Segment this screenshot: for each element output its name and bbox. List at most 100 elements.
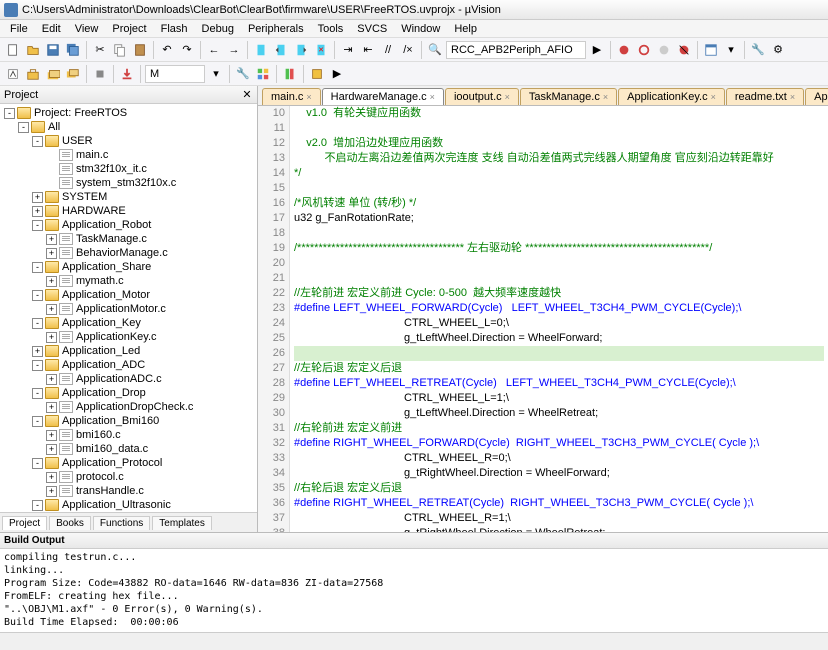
tree-toggle-icon[interactable]: - bbox=[32, 500, 43, 511]
menu-window[interactable]: Window bbox=[395, 22, 446, 36]
batch-build-icon[interactable] bbox=[64, 65, 82, 83]
tree-toggle-icon[interactable]: + bbox=[46, 248, 57, 259]
nav-fwd-icon[interactable]: → bbox=[225, 41, 243, 59]
tree-item[interactable]: -Application_Share bbox=[0, 260, 257, 274]
tree-toggle-icon[interactable]: - bbox=[4, 108, 15, 119]
find-icon[interactable]: 🔍 bbox=[426, 41, 444, 59]
pack-installer-icon[interactable] bbox=[308, 65, 326, 83]
editor-tab[interactable]: main.c× bbox=[262, 88, 321, 105]
tree-toggle-icon[interactable]: + bbox=[46, 276, 57, 287]
redo-icon[interactable]: ↷ bbox=[178, 41, 196, 59]
nav-back-icon[interactable]: ← bbox=[205, 41, 223, 59]
tree-toggle-icon[interactable]: - bbox=[32, 318, 43, 329]
tree-item[interactable]: -Application_Motor bbox=[0, 288, 257, 302]
tree-item[interactable]: +Application_Led bbox=[0, 344, 257, 358]
tree-item[interactable]: -Application_Protocol bbox=[0, 456, 257, 470]
tree-item[interactable]: +SYSTEM bbox=[0, 190, 257, 204]
tree-toggle-icon[interactable]: - bbox=[18, 122, 29, 133]
build-icon[interactable] bbox=[24, 65, 42, 83]
books-icon[interactable] bbox=[281, 65, 299, 83]
translate-icon[interactable] bbox=[4, 65, 22, 83]
tab-templates[interactable]: Templates bbox=[152, 516, 212, 530]
bookmark-next-icon[interactable] bbox=[292, 41, 310, 59]
undo-icon[interactable]: ↶ bbox=[158, 41, 176, 59]
config-icon[interactable]: ▾ bbox=[722, 41, 740, 59]
tree-item[interactable]: main.c bbox=[0, 148, 257, 162]
menu-help[interactable]: Help bbox=[448, 22, 483, 36]
tree-toggle-icon[interactable]: - bbox=[32, 458, 43, 469]
menu-view[interactable]: View bbox=[69, 22, 105, 36]
tree-item[interactable]: +ApplicationMotor.c bbox=[0, 302, 257, 316]
save-icon[interactable] bbox=[44, 41, 62, 59]
tree-toggle-icon[interactable]: - bbox=[32, 220, 43, 231]
download-icon[interactable] bbox=[118, 65, 136, 83]
editor-tab[interactable]: ApplicationMotor.c× bbox=[805, 88, 828, 105]
tree-toggle-icon[interactable]: - bbox=[32, 360, 43, 371]
editor-tab[interactable]: ApplicationKey.c× bbox=[618, 88, 725, 105]
tree-item[interactable]: -USER bbox=[0, 134, 257, 148]
tree-item[interactable]: +protocol.c bbox=[0, 470, 257, 484]
tree-toggle-icon[interactable]: - bbox=[32, 388, 43, 399]
tree-item[interactable]: -All bbox=[0, 120, 257, 134]
build-output-body[interactable]: compiling testrun.c... linking... Progra… bbox=[0, 549, 828, 632]
menu-svcs[interactable]: SVCS bbox=[351, 22, 393, 36]
tree-toggle-icon[interactable]: - bbox=[32, 290, 43, 301]
new-file-icon[interactable] bbox=[4, 41, 22, 59]
tree-toggle-icon[interactable]: + bbox=[46, 332, 57, 343]
tool2-icon[interactable]: ⚙ bbox=[769, 41, 787, 59]
target-select[interactable] bbox=[145, 65, 205, 83]
tree-toggle-icon[interactable]: - bbox=[32, 136, 43, 147]
tree-item[interactable]: +bmi160_data.c bbox=[0, 442, 257, 456]
paste-icon[interactable] bbox=[131, 41, 149, 59]
tree-toggle-icon[interactable]: + bbox=[46, 234, 57, 245]
tab-close-icon[interactable]: × bbox=[790, 92, 795, 102]
menu-file[interactable]: File bbox=[4, 22, 34, 36]
project-tree[interactable]: -Project: FreeRTOS-All-USERmain.cstm32f1… bbox=[0, 104, 257, 512]
tab-functions[interactable]: Functions bbox=[93, 516, 150, 530]
tree-toggle-icon[interactable]: + bbox=[46, 444, 57, 455]
bookmark-clear-icon[interactable]: × bbox=[312, 41, 330, 59]
menu-edit[interactable]: Edit bbox=[36, 22, 67, 36]
tree-item[interactable]: +TaskManage.c bbox=[0, 232, 257, 246]
tab-project[interactable]: Project bbox=[2, 516, 47, 530]
open-file-icon[interactable] bbox=[24, 41, 42, 59]
tree-toggle-icon[interactable]: + bbox=[32, 192, 43, 203]
breakpoint-kill-icon[interactable] bbox=[675, 41, 693, 59]
editor-tab[interactable]: readme.txt× bbox=[726, 88, 804, 105]
menu-debug[interactable]: Debug bbox=[196, 22, 240, 36]
tab-books[interactable]: Books bbox=[49, 516, 91, 530]
tool1-icon[interactable]: 🔧 bbox=[749, 41, 767, 59]
tree-item[interactable]: +ApplicationKey.c bbox=[0, 330, 257, 344]
menu-tools[interactable]: Tools bbox=[312, 22, 350, 36]
rebuild-icon[interactable] bbox=[44, 65, 62, 83]
tree-item[interactable]: -Application_Ultrasonic bbox=[0, 498, 257, 512]
tree-toggle-icon[interactable]: - bbox=[32, 262, 43, 273]
tree-item[interactable]: -Application_ADC bbox=[0, 358, 257, 372]
tree-item[interactable]: -Project: FreeRTOS bbox=[0, 106, 257, 120]
tab-close-icon[interactable]: × bbox=[603, 92, 608, 102]
menu-project[interactable]: Project bbox=[106, 22, 152, 36]
tree-item[interactable]: system_stm32f10x.c bbox=[0, 176, 257, 190]
project-panel-close-icon[interactable]: ✕ bbox=[241, 89, 253, 101]
options-icon[interactable]: 🔧 bbox=[234, 65, 252, 83]
tree-item[interactable]: -Application_Robot bbox=[0, 218, 257, 232]
tab-close-icon[interactable]: × bbox=[505, 92, 510, 102]
manage-rte-icon[interactable] bbox=[254, 65, 272, 83]
tree-toggle-icon[interactable]: - bbox=[32, 416, 43, 427]
tree-item[interactable]: -Application_Key bbox=[0, 316, 257, 330]
menu-flash[interactable]: Flash bbox=[155, 22, 194, 36]
find-next-icon[interactable]: ▶ bbox=[588, 41, 606, 59]
copy-icon[interactable] bbox=[111, 41, 129, 59]
target-dropdown-icon[interactable]: ▾ bbox=[207, 65, 225, 83]
code-view[interactable]: v1.0 有轮关键应用函数 v2.0 增加沿边处理应用函数 不启动左离沿边差值两… bbox=[290, 106, 828, 532]
tree-toggle-icon[interactable]: + bbox=[46, 472, 57, 483]
window-icon[interactable] bbox=[702, 41, 720, 59]
tree-item[interactable]: +mymath.c bbox=[0, 274, 257, 288]
tree-toggle-icon[interactable]: + bbox=[32, 206, 43, 217]
breakpoint-icon[interactable] bbox=[635, 41, 653, 59]
indent-icon[interactable]: ⇥ bbox=[339, 41, 357, 59]
tab-close-icon[interactable]: × bbox=[711, 92, 716, 102]
tree-toggle-icon[interactable]: + bbox=[46, 304, 57, 315]
tree-item[interactable]: +ApplicationDropCheck.c bbox=[0, 400, 257, 414]
tab-close-icon[interactable]: × bbox=[430, 92, 435, 102]
